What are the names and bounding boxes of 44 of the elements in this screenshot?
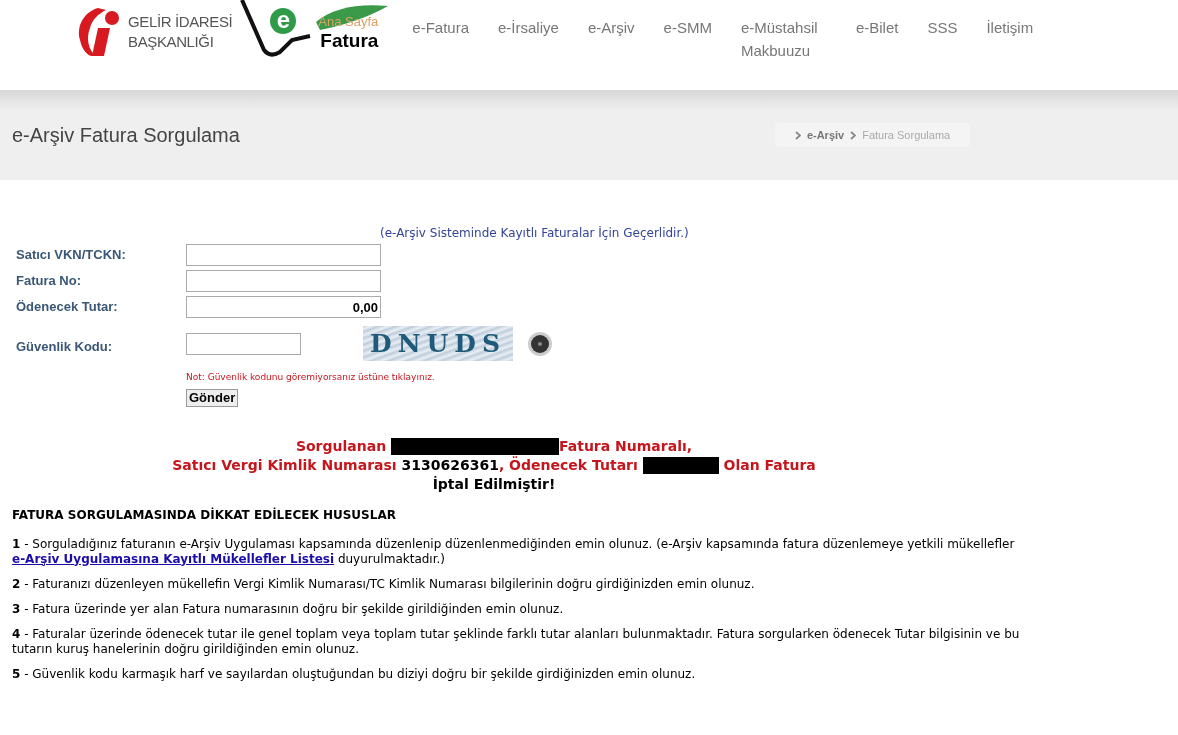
input-field[interactable] [186, 270, 381, 292]
speaker-icon[interactable] [527, 330, 553, 357]
captcha-image[interactable]: DNUDS [363, 326, 513, 361]
nav-link[interactable]: e-Fatura [412, 16, 470, 62]
form-note: (e-Arşiv Sisteminde Kayıtlı Faturalar İçin Geçerlidir.) [380, 225, 690, 242]
notes-title: FATURA SORGULAMASINDA DİKKAT EDİLECEK HUSUSLAR [12, 506, 397, 524]
result-text: , Ödenecek Tutarı [498, 455, 639, 475]
submit-button[interactable]: Gönder [186, 388, 239, 407]
note-paragraph: 3 - Fatura üzerinde yer alan Fatura numarasının doğru bir şekilde girildiğinden emin olunuz. [12, 601, 565, 617]
field-label: Satıcı VKN/TCKN: [15, 246, 127, 265]
note-paragraph: 4 - Faturalar üzerinde ödenecek tutar ile genel toplam veya toplam tutar şeklinde farklı tutar alanları bulunmaktadır. Fatura sorgularken ödenecek Tutar bilgisinin ve bu tutarın kuruş hanelerinin doğru girildiğinden emin olunuz. [12, 626, 1021, 657]
result-value: İptal Edilmiştir! [432, 474, 556, 494]
field-label: Güvenlik Kodu: [15, 337, 114, 356]
nav-link[interactable]: SSS [927, 16, 958, 62]
note-paragraph: 2 - Faturanızı düzenleyen mükellefin Vergi Kimlik Numarası/TC Kimlik Numarası bilgilerinin doğru girdiğinizden emin olunuz. [12, 576, 756, 592]
nav-link[interactable]: İletişim [986, 16, 1034, 62]
page-title: e-Arşiv Fatura Sorgulama [12, 123, 240, 148]
captcha-input[interactable] [186, 332, 301, 355]
nav-link[interactable]: e-Arşiv [587, 16, 635, 62]
note-paragraph: 1 - Sorguladığınız faturanın e-Arşiv Uygulaması kapsamında düzenlenip düzenlenmediğinden emin olunuz. (e-Arşiv kapsamında fatura düzenlemeye yetkili mükellefler e-Arşiv Uygulamasına Kayıtlı Mükellefler Listesi duyurulmaktadır.) [12, 536, 1016, 567]
nav-link[interactable]: e-Bilet [855, 16, 899, 62]
input-field[interactable] [186, 244, 381, 266]
gib-logo-icon [76, 6, 122, 58]
field-label: Fatura No: [15, 272, 82, 291]
chevron-icon [850, 130, 857, 140]
nav-link[interactable]: e-SMM [663, 16, 712, 62]
chevron-icon [794, 130, 801, 140]
field-label: Ödenecek Tutar: [15, 298, 119, 317]
note-paragraph: 5 - Güvenlik kodu karmaşık harf ve sayılardan oluştuğundan bu diziyi doğru bir şekilde girdiğinizden emin olunuz. [12, 666, 697, 682]
nav-link[interactable]: e-Müstahsil Makbuuzu [740, 16, 827, 62]
result-text: Satıcı Vergi Kimlik Numarası [172, 455, 398, 475]
input-field[interactable]: 0,00 [186, 296, 381, 318]
result-value: 3130626361 [401, 455, 499, 475]
breadcrumb-link[interactable]: e-Arşiv [806, 126, 845, 144]
list-link[interactable]: e-Arşiv Uygulamasına Kayıtlı Mükellefler Listesi [12, 551, 335, 566]
nav-link[interactable]: e-İrsaliye [498, 16, 559, 62]
result-text: Olan Fatura [722, 455, 816, 475]
result-text: Sorgulanan [295, 436, 388, 456]
logo-text: BAŞKANLIĞI [128, 32, 215, 52]
logo-letter: e [270, 8, 297, 34]
result-text: Fatura Numaralı, [559, 436, 693, 456]
captcha-hint: Not: Güvenlik kodunu göremiyorsanız üstüne tıklayınız. [186, 371, 436, 384]
logo-text: Fatura [320, 31, 379, 50]
logo-text: GELİR İDARESİ [128, 12, 233, 32]
